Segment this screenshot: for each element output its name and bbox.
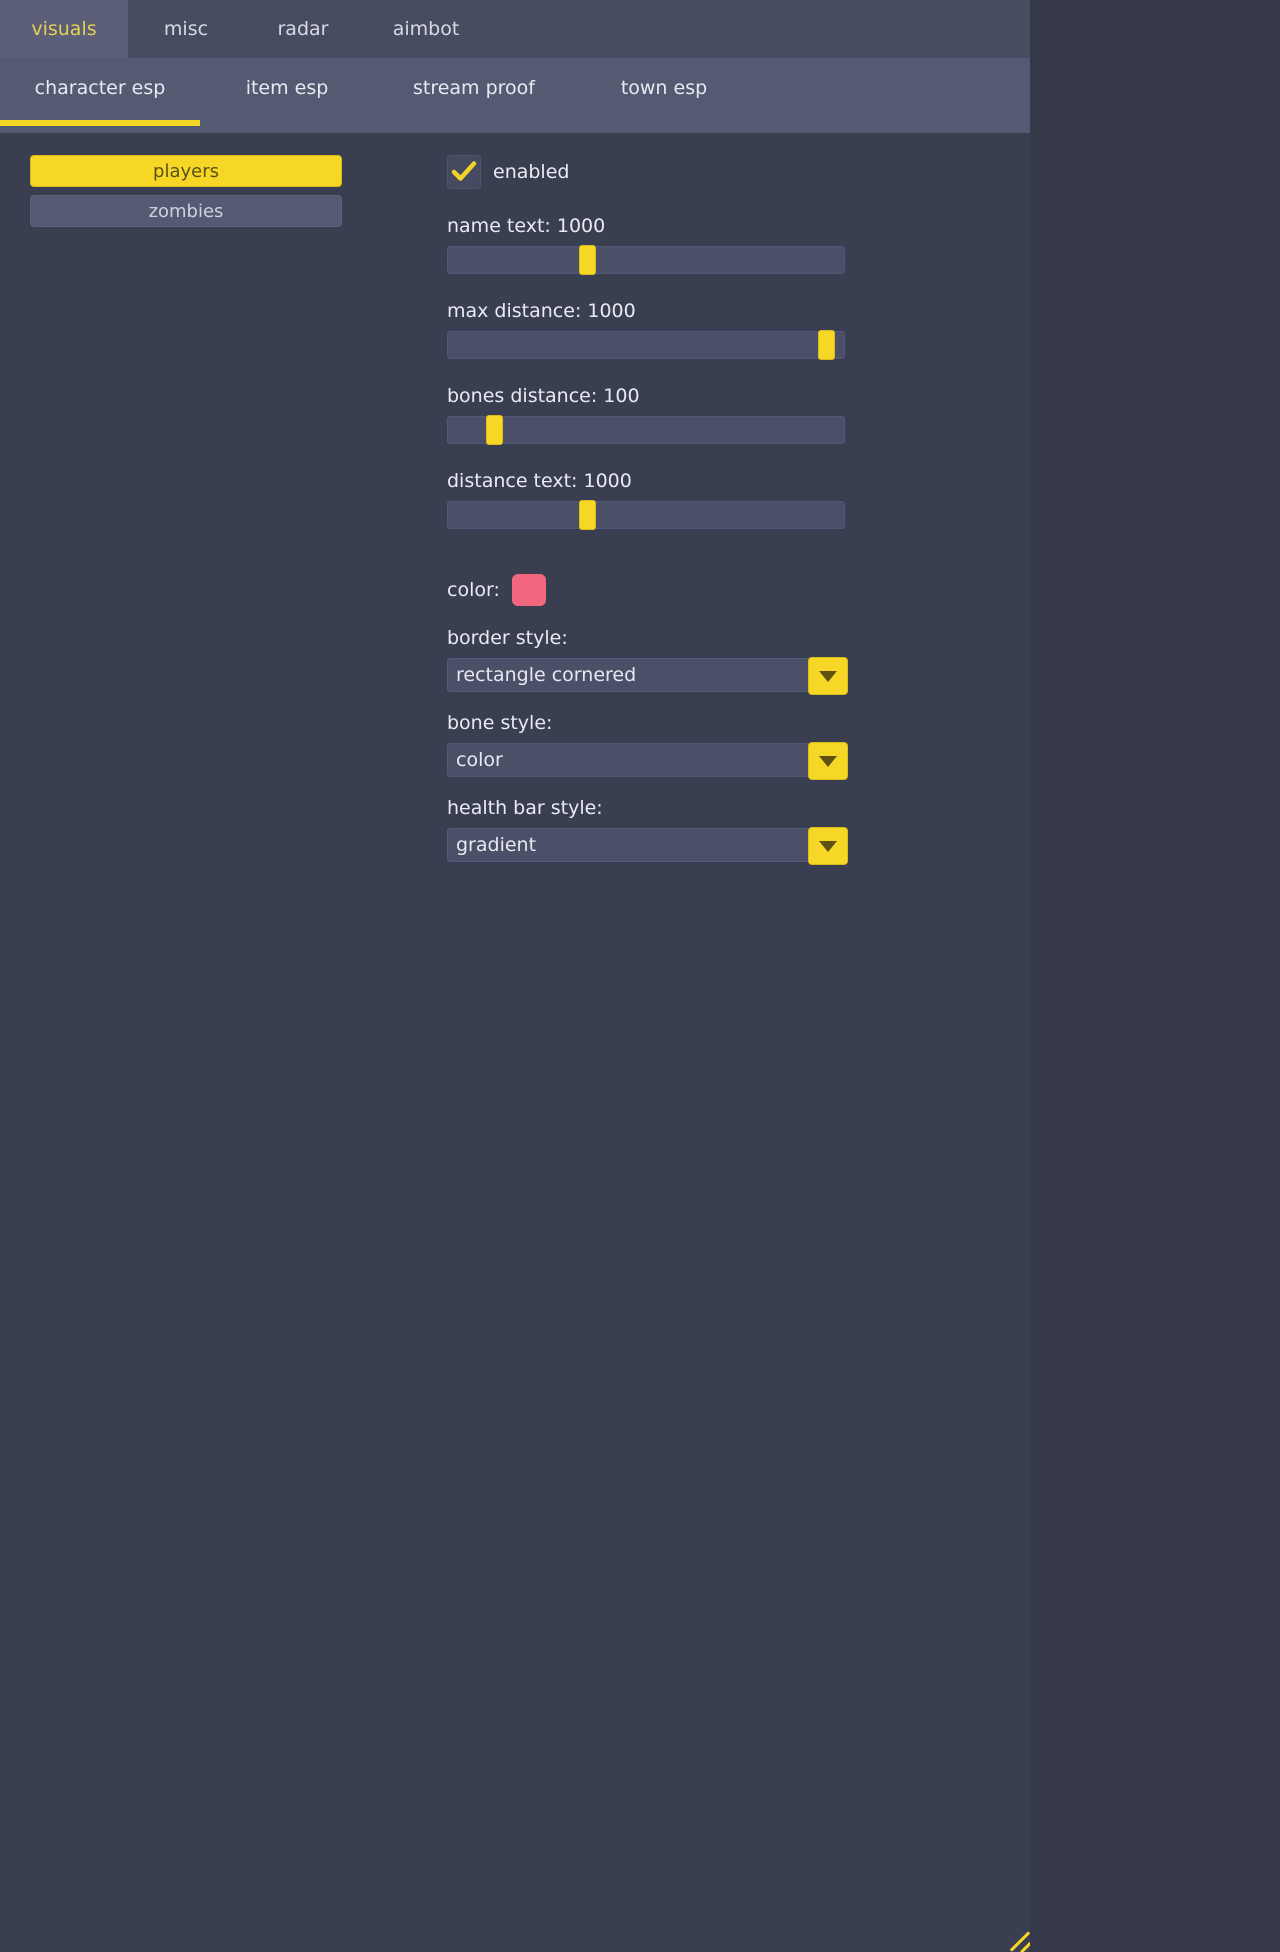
dropdown-health-bar-style-value: gradient <box>456 834 537 856</box>
primary-tab-bar: visuals misc radar aimbot <box>0 0 1030 58</box>
active-subtab-underline <box>0 120 200 126</box>
slider-field-max-distance: max distance: 1000 <box>447 300 867 360</box>
resize-grip[interactable] <box>1000 1922 1030 1952</box>
dropdown-label-border-style: border style: <box>447 627 568 649</box>
tab-visuals-label: visuals <box>31 18 97 40</box>
sidebar-item-players[interactable]: players <box>30 155 342 187</box>
entity-category-list: players zombies <box>30 155 342 235</box>
chevron-down-icon[interactable] <box>808 657 848 695</box>
tab-misc-label: misc <box>163 18 209 40</box>
dropdown-field-health-bar-style: health bar style: gradient <box>447 797 867 865</box>
chevron-down-icon[interactable] <box>808 742 848 780</box>
tab-radar-label: radar <box>277 18 329 40</box>
dropdown-field-bone-style: bone style: color <box>447 712 867 780</box>
dropdown-bone-style-value: color <box>456 749 503 771</box>
sidebar-item-zombies-label: zombies <box>148 200 224 222</box>
color-label: color: <box>447 579 500 601</box>
resize-grip-line-2 <box>1019 1941 1030 1952</box>
color-swatch[interactable] <box>511 574 546 606</box>
enabled-row: enabled <box>447 155 867 189</box>
cheat-menu-window: visuals misc radar aimbot character esp … <box>0 0 1030 1952</box>
slider-thumb-distance-text[interactable] <box>578 500 596 530</box>
resize-grip-line-1 <box>1009 1931 1030 1952</box>
panel-content: players zombies enabled name text: 1000 <box>0 133 1030 1952</box>
slider-thumb-bones-distance[interactable] <box>485 415 503 445</box>
dropdown-border-style-value: rectangle cornered <box>456 664 637 686</box>
slider-label-max-distance: max distance: 1000 <box>447 300 636 322</box>
dropdown-label-health-bar-style: health bar style: <box>447 797 603 819</box>
tab-visuals[interactable]: visuals <box>0 0 128 58</box>
secondary-tab-bar: character esp item esp stream proof town… <box>0 58 1030 133</box>
dropdown-field-border-style: border style: rectangle cornered <box>447 627 867 695</box>
tab-aimbot[interactable]: aimbot <box>362 0 490 58</box>
slider-bones-distance[interactable] <box>447 415 845 445</box>
tab-town-esp[interactable]: town esp <box>574 58 754 118</box>
enabled-checkbox[interactable] <box>447 155 481 189</box>
tab-town-esp-label: town esp <box>620 77 708 99</box>
tab-misc[interactable]: misc <box>128 0 244 58</box>
color-row: color: <box>447 573 867 607</box>
slider-field-name-text: name text: 1000 <box>447 215 867 275</box>
sidebar-item-players-label: players <box>153 160 219 182</box>
dropdown-label-bone-style: bone style: <box>447 712 553 734</box>
sidebar-item-zombies[interactable]: zombies <box>30 195 342 227</box>
tab-stream-proof[interactable]: stream proof <box>374 58 574 118</box>
tab-stream-proof-label: stream proof <box>412 77 535 99</box>
settings-column: enabled name text: 1000 max distance: 10… <box>447 145 867 865</box>
tab-radar[interactable]: radar <box>244 0 362 58</box>
slider-max-distance[interactable] <box>447 330 845 360</box>
tab-aimbot-label: aimbot <box>392 18 460 40</box>
tab-character-esp[interactable]: character esp <box>0 58 200 118</box>
tab-character-esp-label: character esp <box>34 77 166 99</box>
slider-label-distance-text: distance text: 1000 <box>447 470 632 492</box>
chevron-down-icon[interactable] <box>808 827 848 865</box>
slider-thumb-max-distance[interactable] <box>818 330 836 360</box>
slider-name-text[interactable] <box>447 245 845 275</box>
dropdown-bone-style[interactable]: color <box>447 742 848 780</box>
slider-field-distance-text: distance text: 1000 <box>447 470 867 530</box>
slider-label-name-text: name text: 1000 <box>447 215 606 237</box>
slider-label-bones-distance: bones distance: 100 <box>447 385 640 407</box>
tab-item-esp[interactable]: item esp <box>200 58 374 118</box>
enabled-label: enabled <box>493 161 570 183</box>
tab-item-esp-label: item esp <box>245 77 329 99</box>
dropdown-health-bar-style[interactable]: gradient <box>447 827 848 865</box>
slider-distance-text[interactable] <box>447 500 845 530</box>
slider-thumb-name-text[interactable] <box>578 245 596 275</box>
slider-field-bones-distance: bones distance: 100 <box>447 385 867 445</box>
check-icon <box>451 161 477 181</box>
dropdown-border-style[interactable]: rectangle cornered <box>447 657 848 695</box>
